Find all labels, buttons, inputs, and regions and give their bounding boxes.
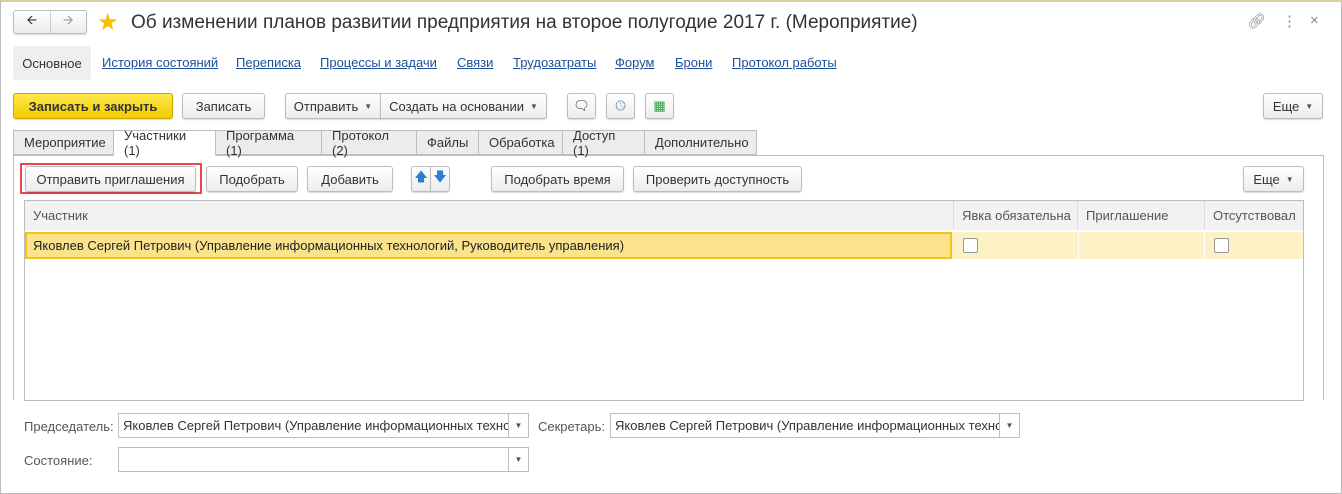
nav-link-bookings[interactable]: Брони (675, 55, 712, 70)
send-invitations-button[interactable]: Отправить приглашения (25, 166, 196, 192)
caret-icon: ▼ (364, 101, 373, 111)
save-button[interactable]: Записать (182, 93, 265, 119)
secretary-input[interactable]: Яковлев Сергей Петрович (Управление инфо… (610, 413, 1000, 438)
create-based-label: Создать на основании (389, 98, 524, 114)
nav-main[interactable]: Основное (13, 46, 91, 80)
tab-files[interactable]: Файлы (416, 130, 479, 155)
add-task-icon[interactable]: ▦ (645, 93, 674, 119)
caret-icon: ▼ (1305, 101, 1314, 111)
tab-access[interactable]: Доступ (1) (562, 128, 645, 158)
required-checkbox[interactable] (963, 238, 978, 253)
chair-input[interactable]: Яковлев Сергей Петрович (Управление инфо… (118, 413, 509, 438)
invitation-cell[interactable] (1078, 232, 1205, 259)
state-label: Состояние: (24, 453, 93, 468)
forward-arrow-icon[interactable]: 🡪 (51, 11, 87, 33)
pick-time-button[interactable]: Подобрать время (491, 166, 624, 192)
send-dropdown[interactable]: Отправить ▼ (285, 93, 381, 119)
column-header-invitation[interactable]: Приглашение (1078, 201, 1205, 230)
move-up-icon[interactable]: 🡅 (411, 166, 431, 192)
state-input[interactable] (118, 447, 509, 472)
participants-table (24, 200, 1304, 401)
tab-protocol[interactable]: Протокол (2) (321, 128, 417, 158)
column-header-participant[interactable]: Участник (25, 201, 954, 230)
chair-label: Председатель: (24, 419, 114, 434)
nav-buttons: 🡨 🡪 (13, 10, 87, 34)
save-close-button[interactable]: Записать и закрыть (13, 93, 173, 119)
more-vert-icon[interactable]: ⋮ (1282, 12, 1297, 30)
tab-additional[interactable]: Дополнительно (644, 130, 757, 155)
participant-cell[interactable]: Яковлев Сергей Петрович (Управление инфо… (25, 232, 952, 259)
caret-icon: ▼ (1285, 174, 1294, 184)
move-down-icon[interactable]: 🡇 (430, 166, 450, 192)
secretary-label: Секретарь: (538, 419, 605, 434)
nav-link-labor[interactable]: Трудозатраты (513, 55, 596, 70)
more-button[interactable]: Еще ▼ (1263, 93, 1323, 119)
caret-icon: ▼ (529, 101, 538, 111)
more-label: Еще (1253, 171, 1280, 187)
pick-button[interactable]: Подобрать (206, 166, 298, 192)
tab-program[interactable]: Программа (1) (215, 128, 322, 158)
table-more-button[interactable]: Еще ▼ (1243, 166, 1304, 192)
link-icon[interactable]: 🔗︎ (1247, 12, 1266, 30)
page-title: Об изменении планов развитии предприятия… (131, 12, 918, 33)
close-icon[interactable]: × (1310, 12, 1319, 29)
column-header-required[interactable]: Явка обязательна (954, 201, 1078, 230)
tab-participants[interactable]: Участники (1) (113, 128, 216, 158)
favorite-star-icon[interactable]: ★ (97, 8, 119, 37)
nav-link-relations[interactable]: Связи (457, 55, 493, 70)
nav-link-log[interactable]: Протокол работы (732, 55, 837, 70)
create-based-dropdown[interactable]: Создать на основании ▼ (380, 93, 547, 119)
chair-dropdown-icon[interactable]: ▼ (508, 413, 529, 438)
check-availability-button[interactable]: Проверить доступность (633, 166, 802, 192)
add-button[interactable]: Добавить (307, 166, 393, 192)
discussion-icon[interactable]: 🗨︎ (567, 93, 596, 119)
back-arrow-icon[interactable]: 🡨 (14, 11, 51, 33)
secretary-dropdown-icon[interactable]: ▼ (999, 413, 1020, 438)
more-label: Еще (1272, 98, 1300, 114)
send-label: Отправить (293, 98, 359, 114)
tab-event[interactable]: Мероприятие (13, 130, 114, 155)
absent-checkbox[interactable] (1214, 238, 1229, 253)
nav-link-correspondence[interactable]: Переписка (236, 55, 301, 70)
state-dropdown-icon[interactable]: ▼ (508, 447, 529, 472)
tab-processing[interactable]: Обработка (478, 130, 563, 155)
column-header-absent[interactable]: Отсутствовал (1205, 201, 1303, 230)
nav-link-forum[interactable]: Форум (615, 55, 655, 70)
nav-link-processes[interactable]: Процессы и задачи (320, 55, 437, 70)
nav-link-history[interactable]: История состояний (102, 55, 218, 70)
clock-icon[interactable]: 🕓︎ (606, 93, 635, 119)
